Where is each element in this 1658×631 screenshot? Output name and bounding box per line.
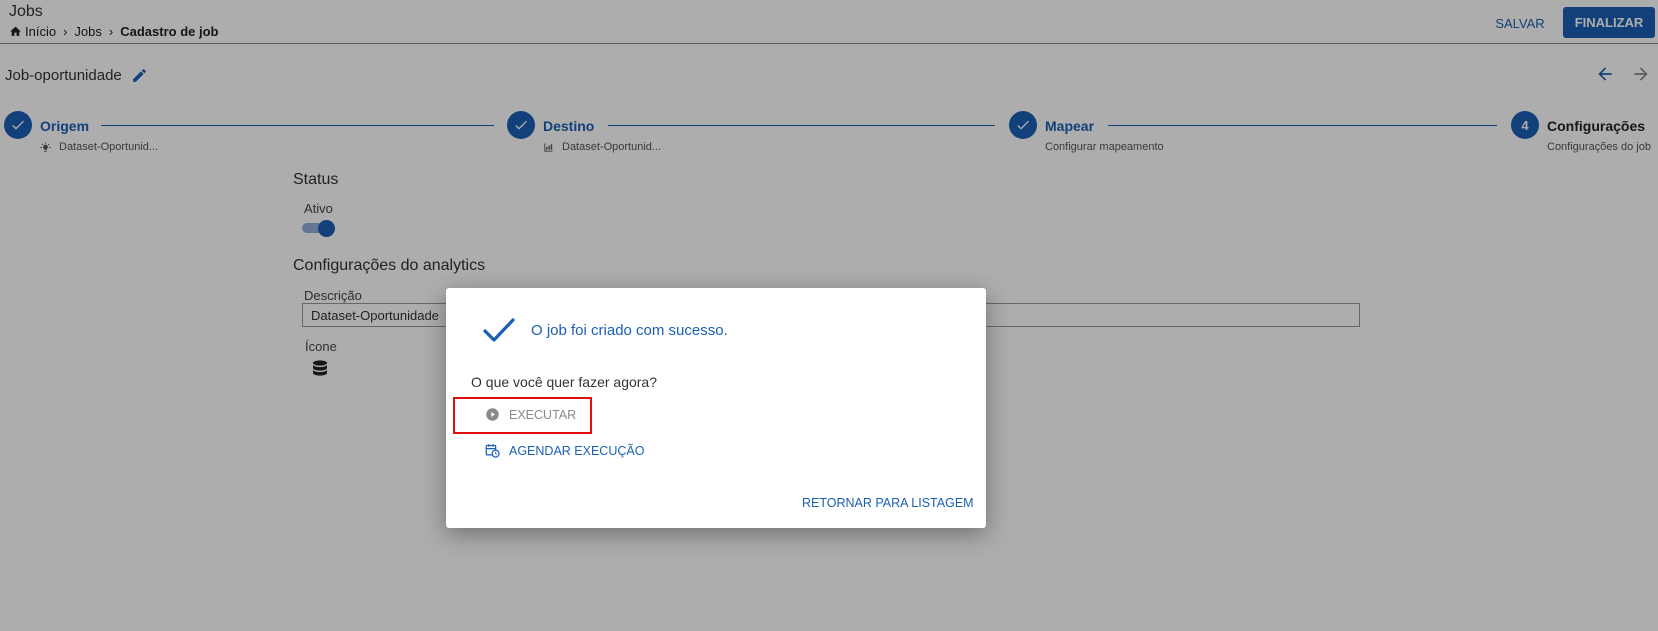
play-circle-icon bbox=[486, 408, 499, 421]
success-check-icon bbox=[483, 318, 515, 342]
next-action-question: O que você quer fazer agora? bbox=[471, 374, 658, 390]
success-dialog: O job foi criado com sucesso. O que você… bbox=[446, 288, 986, 528]
calendar-clock-icon bbox=[485, 444, 500, 458]
success-message: O job foi criado com sucesso. bbox=[531, 322, 728, 339]
schedule-execution-button[interactable]: AGENDAR EXECUÇÃO bbox=[485, 443, 644, 458]
schedule-label: AGENDAR EXECUÇÃO bbox=[509, 443, 645, 458]
return-to-list-button[interactable]: RETORNAR PARA LISTAGEM bbox=[802, 496, 974, 510]
app-root: Jobs Início › Jobs › Cadastro de job SAL… bbox=[0, 0, 1658, 631]
execute-button[interactable]: EXECUTAR bbox=[485, 407, 576, 422]
execute-label: EXECUTAR bbox=[509, 407, 577, 422]
